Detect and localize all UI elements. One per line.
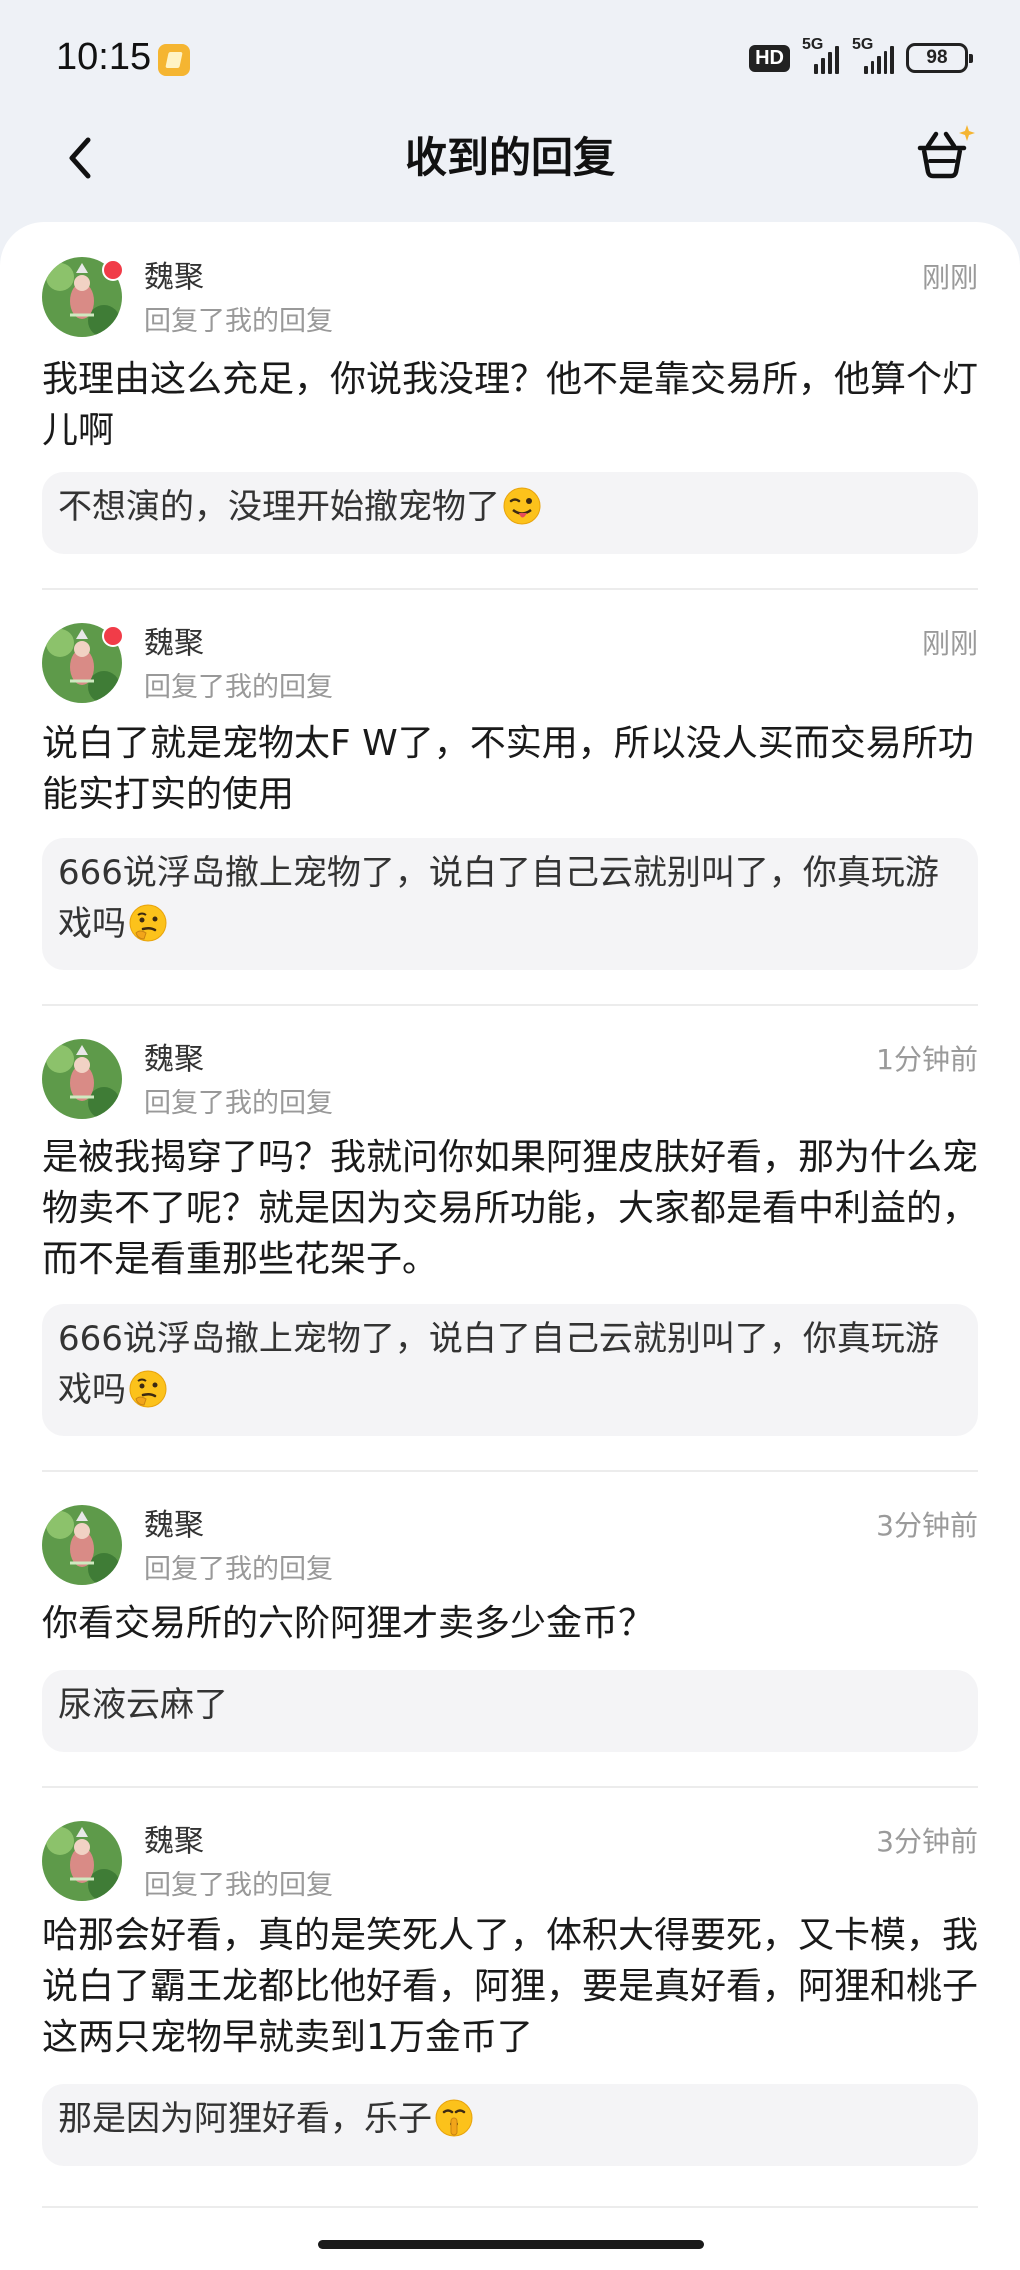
signal-label: 5G <box>852 36 874 53</box>
status-icons: HD 5G 5G 98 <box>749 36 973 74</box>
avatar[interactable] <box>42 623 124 703</box>
avatar-image <box>42 1505 122 1585</box>
page-title: 收到的回复 <box>404 133 615 182</box>
reply-text: 哈那会好看，真的是笑死人了，体积大得要死，又卡模，我说白了霸王龙都比他好看，阿狸… <box>42 1915 979 2058</box>
reply-subtitle: 回复了我的回复 <box>144 1088 333 1119</box>
hd-voice-icon: HD <box>749 44 790 72</box>
reply-subtitle: 回复了我的回复 <box>144 672 333 703</box>
thinking-face-emoji <box>129 1370 167 1408</box>
quoted-text: 不想演的，没理开始撤宠物了 <box>58 487 500 527</box>
home-indicator[interactable] <box>318 2240 704 2249</box>
basket-sparkle-icon <box>917 125 975 179</box>
user-name[interactable]: 魏聚 <box>144 1506 204 1546</box>
reply-time: 刚刚 <box>921 261 978 294</box>
nav-bar: 收到的回复 <box>0 110 1020 230</box>
reply-list: 魏聚 回复了我的回复 刚刚 我理由这么充足，你说我没理？他不是靠交易所，他算个灯… <box>0 222 1020 2270</box>
unread-dot <box>102 259 124 281</box>
reply-text: 说白了就是宠物太F W了，不实用，所以没人买而交易所功能实打实的使用 <box>42 723 974 815</box>
reply-item[interactable]: 魏聚 回复了我的回复 3分钟前 你看交易所的六阶阿狸才卖多少金币？ 尿液云麻了 <box>0 1470 1020 1786</box>
battery-icon: 98 <box>906 43 973 73</box>
quoted-comment[interactable]: 666说浮岛撤上宠物了，说白了自己云就别叫了，你真玩游戏吗 <box>42 1304 978 1436</box>
reply-time: 刚刚 <box>921 627 978 660</box>
avatar[interactable] <box>42 1505 122 1585</box>
reply-subtitle: 回复了我的回复 <box>144 1870 333 1901</box>
status-time: 10:15 <box>56 36 152 78</box>
winking-tongue-emoji <box>503 487 541 525</box>
avatar[interactable] <box>42 1821 122 1901</box>
notes-app-icon <box>158 44 190 76</box>
quoted-text: 666说浮岛撤上宠物了，说白了自己云就别叫了，你真玩游戏吗 <box>58 1319 939 1410</box>
reply-item[interactable]: 魏聚 回复了我的回复 3分钟前 哈那会好看，真的是笑死人了，体积大得要死，又卡模… <box>0 1786 1020 2206</box>
quoted-comment[interactable]: 666说浮岛撤上宠物了，说白了自己云就别叫了，你真玩游戏吗 <box>42 838 978 970</box>
reply-item[interactable]: 魏聚 回复了我的回复 刚刚 说白了就是宠物太F W了，不实用，所以没人买而交易所… <box>0 588 1020 1004</box>
reply-subtitle: 回复了我的回复 <box>144 306 333 337</box>
user-name[interactable]: 魏聚 <box>144 624 204 664</box>
avatar[interactable] <box>42 257 124 337</box>
avatar-image <box>42 1039 122 1119</box>
user-name[interactable]: 魏聚 <box>144 1822 204 1862</box>
quoted-text: 666说浮岛撤上宠物了，说白了自己云就别叫了，你真玩游戏吗 <box>58 853 939 944</box>
quoted-comment[interactable]: 尿液云麻了 <box>42 1670 978 1752</box>
signal-icon: 5G <box>802 36 840 74</box>
quoted-text: 尿液云麻了 <box>58 1685 228 1725</box>
reply-item[interactable]: 魏聚 回复了我的回复 1分钟前 是被我揭穿了吗？我就问你如果阿狸皮肤好看，那为什… <box>0 1004 1020 1470</box>
avatar[interactable] <box>42 1039 122 1119</box>
quoted-comment[interactable]: 不想演的，没理开始撤宠物了 <box>42 472 978 554</box>
reply-item[interactable]: 魏聚 回复了我的回复 刚刚 我理由这么充足，你说我没理？他不是靠交易所，他算个灯… <box>0 222 1020 588</box>
signal-icon: 5G <box>852 36 894 74</box>
avatar-image <box>42 1821 122 1901</box>
shushing-face-emoji <box>435 2099 473 2137</box>
reply-subtitle: 回复了我的回复 <box>144 1554 333 1585</box>
status-bar: 10:15 HD 5G 5G 98 <box>0 0 1020 120</box>
divider <box>42 2206 978 2208</box>
unread-dot <box>102 625 124 647</box>
quoted-text: 那是因为阿狸好看，乐子 <box>58 2099 432 2139</box>
user-name[interactable]: 魏聚 <box>144 1040 204 1080</box>
reply-time: 3分钟前 <box>876 1509 978 1542</box>
quoted-comment[interactable]: 那是因为阿狸好看，乐子 <box>42 2084 978 2166</box>
reply-time: 3分钟前 <box>876 1825 978 1858</box>
clean-basket-button[interactable] <box>908 120 978 190</box>
user-name[interactable]: 魏聚 <box>144 258 204 298</box>
reply-text: 你看交易所的六阶阿狸才卖多少金币？ <box>42 1603 655 1644</box>
thinking-face-emoji <box>129 904 167 942</box>
reply-time: 1分钟前 <box>876 1043 978 1076</box>
signal-label: 5G <box>802 36 824 53</box>
reply-text: 是被我揭穿了吗？我就问你如果阿狸皮肤好看，那为什么宠物卖不了呢？就是因为交易所功… <box>42 1137 979 1280</box>
reply-text: 我理由这么充足，你说我没理？他不是靠交易所，他算个灯儿啊 <box>42 359 979 451</box>
